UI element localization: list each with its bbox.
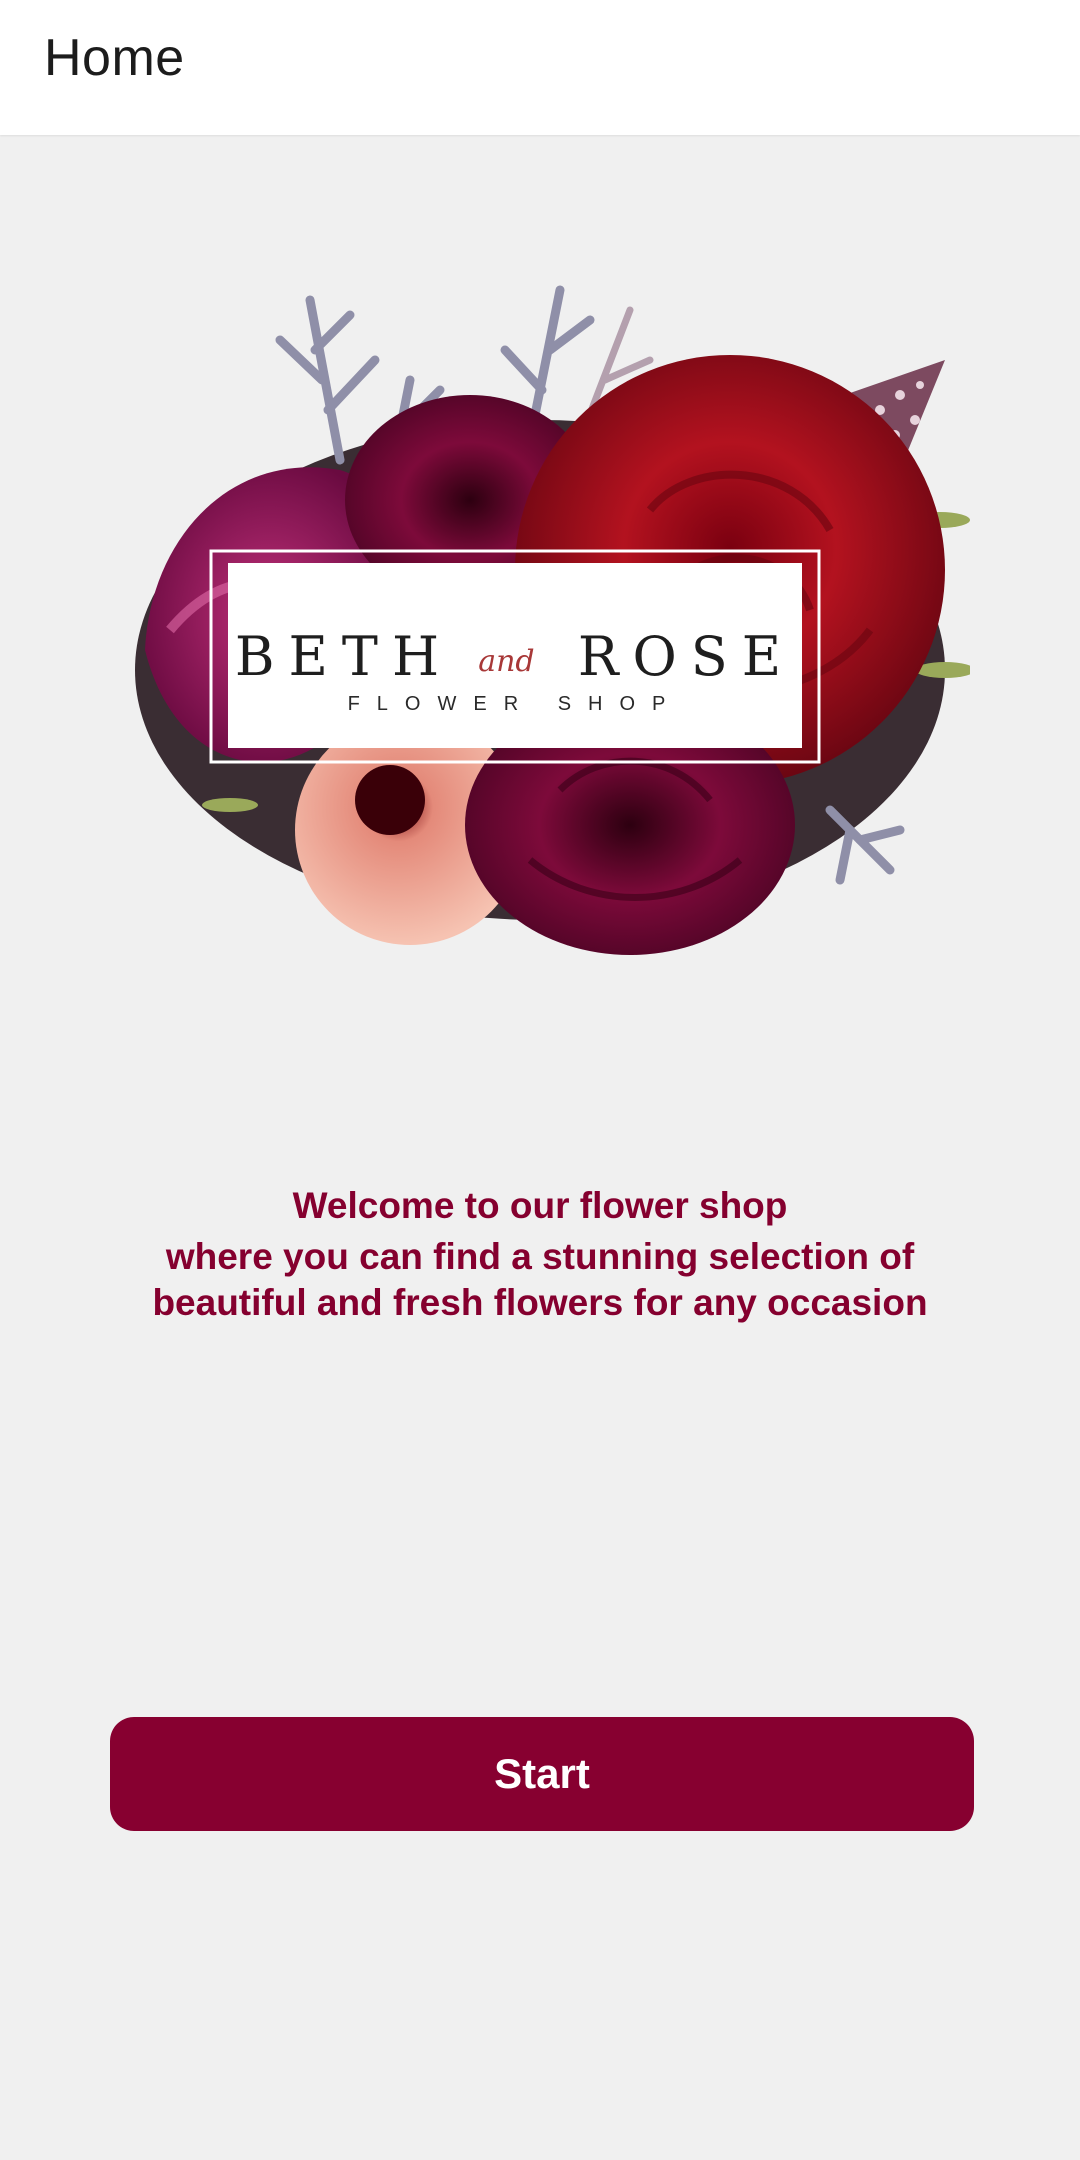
welcome-body: where you can find a stunning selection … — [152, 1236, 928, 1323]
start-button[interactable]: Start — [110, 1717, 974, 1831]
brand-name-joiner: and — [478, 644, 534, 679]
welcome-message: Welcome to our flower shop where you can… — [0, 1180, 1080, 1326]
brand-tagline: FLOWER SHOP — [348, 693, 683, 715]
page-title: Home — [44, 29, 185, 87]
brand-name-left: BETH — [235, 625, 453, 688]
welcome-heading: Welcome to our flower shop — [292, 1185, 788, 1226]
shop-logo: BETH and ROSE FLOWER SHOP — [110, 270, 970, 960]
brand-name-right: ROSE — [578, 625, 795, 688]
app-bar: Home — [0, 0, 1080, 135]
flower-bouquet-logo-image: BETH and ROSE FLOWER SHOP — [135, 285, 970, 955]
